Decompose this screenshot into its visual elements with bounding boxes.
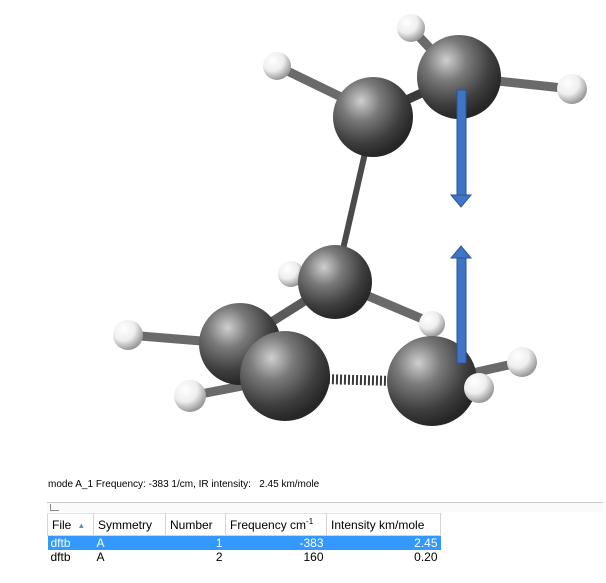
bonds xyxy=(123,23,577,401)
cell-intensity: 2.45 xyxy=(326,535,441,550)
mode-info-label: mode A_1 Frequency: -383 1/cm, IR intens… xyxy=(48,479,320,490)
column-header-intensity[interactable]: Intensity km/mole xyxy=(326,513,441,536)
cell-frequency: -383 xyxy=(225,535,327,550)
molecule-viewer[interactable] xyxy=(0,0,606,470)
cell-number: 1 xyxy=(165,535,226,550)
hydrogen-atom xyxy=(397,14,425,42)
sort-ascending-icon: ▲ xyxy=(77,520,86,530)
hydrogen-atom xyxy=(419,311,445,337)
hydrogen-atom xyxy=(174,380,206,412)
cell-file: dftb xyxy=(47,535,94,550)
table-row[interactable]: dftb A 1 -383 2.45 xyxy=(47,535,441,550)
hydrogen-atom xyxy=(464,373,494,403)
cell-frequency: 160 xyxy=(225,550,327,564)
cell-symmetry: A xyxy=(93,550,166,564)
hydrogen-atom xyxy=(507,347,537,377)
horizontal-scrollbar[interactable] xyxy=(47,502,603,512)
column-header-frequency[interactable]: Frequency cm-1 xyxy=(225,513,327,536)
cell-intensity: 0.20 xyxy=(326,550,441,564)
carbon-atom xyxy=(240,331,330,421)
carbon-atom xyxy=(298,245,372,319)
hydrogen-atom xyxy=(113,320,143,350)
cell-symmetry: A xyxy=(93,535,166,550)
cell-file: dftb xyxy=(47,550,94,564)
cell-number: 2 xyxy=(165,550,226,564)
hydrogen-atom xyxy=(263,52,291,80)
column-header-number[interactable]: Number xyxy=(165,513,226,536)
frequency-table: File ▲ Symmetry Number Frequency cm-1 Int… xyxy=(47,513,441,564)
column-header-file[interactable]: File ▲ xyxy=(47,513,94,536)
hydrogen-atom xyxy=(557,74,587,104)
table-header-row: File ▲ Symmetry Number Frequency cm-1 Int… xyxy=(47,513,441,536)
table-row[interactable]: dftb A 2 160 0.20 xyxy=(47,550,441,564)
column-header-symmetry[interactable]: Symmetry xyxy=(93,513,166,536)
scroll-handle-icon[interactable] xyxy=(50,504,59,511)
carbon-atom xyxy=(333,77,413,157)
